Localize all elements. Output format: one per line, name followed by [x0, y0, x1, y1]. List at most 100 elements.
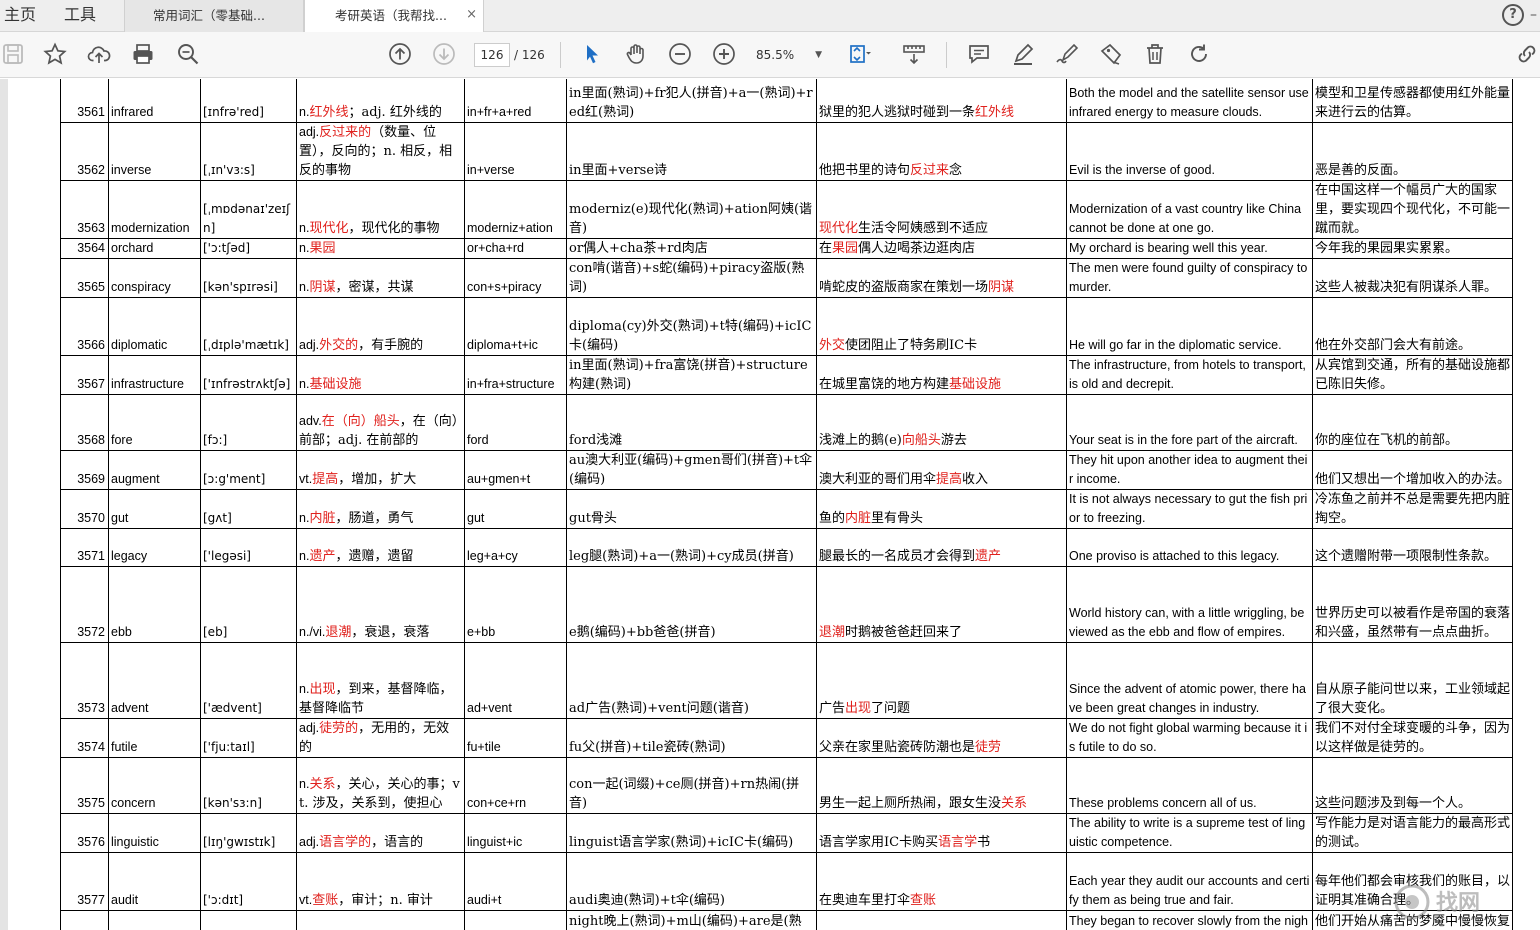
meaning-cell: adj.外交的，有手腕的 [296, 297, 465, 356]
help-icon[interactable]: ? [1502, 4, 1524, 26]
select-cursor-icon[interactable] [579, 41, 605, 67]
word: infrastructure [111, 377, 184, 391]
split-cell: gut [464, 489, 567, 529]
home-tab[interactable]: 主页 [4, 0, 36, 32]
window-control-icon[interactable]: – [1530, 0, 1540, 30]
word-number: 3567 [77, 377, 105, 391]
meaning-highlight: 提高 [312, 472, 339, 487]
example-en-cell: We do not fight global warming because i… [1066, 718, 1313, 758]
word-split: con+ce+rn [467, 796, 527, 810]
example-cn-cell: 他在外交部门会大有前途。 [1312, 297, 1513, 356]
phonetic-cell: ['ɔ:tʃəd] [200, 238, 297, 259]
example-sentence-cn: 在中国这样一个幅员广大的国家里，要实现四个现代化，不可能一蹴而就。 [1315, 183, 1511, 236]
measure-icon[interactable] [901, 41, 927, 67]
split-cell: leg+a+cy [464, 528, 567, 567]
sign-icon[interactable] [1054, 41, 1080, 67]
save-icon[interactable] [0, 41, 26, 67]
word-number-cell: 3561 [60, 79, 109, 123]
phonetic: ['ɪnfrəstrʌktʃə] [203, 377, 291, 391]
phonetic-cell: [kən'spɪrəsi] [200, 258, 297, 298]
hand-icon[interactable] [623, 41, 649, 67]
phonetic-cell: [eb] [200, 566, 297, 643]
zoom-in-icon[interactable] [711, 41, 737, 67]
print-icon[interactable] [130, 41, 156, 67]
word-number-cell: 3572 [60, 566, 109, 643]
tab-document-1[interactable]: 常用词汇（零基础... [124, 0, 304, 32]
example-sentence-en: The men were found guilty of conspiracy … [1069, 261, 1308, 294]
story-cell: 语言学家用IC卡购买语言学书 [816, 813, 1067, 853]
trash-icon[interactable] [1142, 41, 1168, 67]
mnemonic: leg腿(熟词)+a一(熟词)+cy成员(拼音) [569, 549, 794, 564]
story-cell: 外交使团阻止了特务刷IC卡 [816, 297, 1067, 356]
cloud-upload-icon[interactable] [86, 41, 112, 67]
example-en-cell: World history can, with a little wriggli… [1066, 566, 1313, 643]
meaning-rest: ，增加，扩大 [338, 472, 417, 487]
tab-close-icon[interactable]: × [466, 0, 477, 30]
phonetic: ['fju:taɪl] [203, 740, 255, 754]
word-number-cell: 3575 [60, 757, 109, 814]
example-cn-cell: 今年我的果园果实累累。 [1312, 238, 1513, 259]
word-split: linguist+ic [467, 835, 523, 849]
meaning-highlight: 反过来的 [319, 125, 372, 140]
word-number-cell: 3574 [60, 718, 109, 758]
example-sentence-cn: 从宾馆到交通，所有的基础设施都已陈旧失修。 [1315, 358, 1511, 392]
word-number-cell: 3577 [60, 852, 109, 911]
zoom-out-icon[interactable] [667, 41, 693, 67]
redo-icon[interactable] [1186, 41, 1212, 67]
mnemonic: diploma(cy)外交(熟词)+t特(编码)+icIC卡(编码) [569, 319, 812, 353]
page-number-input[interactable]: 126 [474, 43, 510, 67]
pen-icon[interactable] [1010, 41, 1036, 67]
meaning-rest: ，肠道，勇气 [335, 511, 414, 526]
meaning-prefix: vt. [299, 893, 313, 907]
tools-tab[interactable]: 工具 [64, 0, 96, 32]
example-sentence-cn: 冷冻鱼之前并不总是需要先把内脏掏空。 [1315, 492, 1511, 526]
vocabulary-table: 3561 infrared [ɪnfrə'red] n.红外线；adj. 红外线的 in… [60, 79, 1513, 930]
table-row: 3561 infrared [ɪnfrə'red] n.红外线；adj. 红外线的 in… [60, 79, 1513, 123]
word-cell: conspiracy [108, 258, 201, 298]
phonetic: [ɔ:g'ment] [203, 472, 266, 486]
word-cell: orchard [108, 238, 201, 259]
meaning-prefix: n. [299, 682, 310, 696]
word: linguistic [111, 835, 159, 849]
bookmark-star-icon[interactable] [42, 41, 68, 67]
zoom-level-select[interactable]: 85.5% ▼ [756, 43, 826, 67]
meaning-prefix: n. [299, 511, 310, 525]
example-sentence-cn: 这个遗赠附带一项限制性条款。 [1315, 549, 1498, 564]
phonetic: [ˌɪn'vɜ:s] [203, 163, 255, 177]
phonetic-cell: [ˌɪn'vɜ:s] [200, 122, 297, 181]
stamp-icon[interactable] [1098, 41, 1124, 67]
table-row: 3575 concern [kən'sɜ:n] n.关系，关心，关心的事；vt. 涉及… [60, 757, 1513, 814]
meaning-rest: ，语言的 [371, 835, 424, 850]
meaning-prefix: n. [299, 280, 310, 294]
watermark-text: 找网 [1436, 891, 1480, 916]
phonetic-cell: ['ædvent] [200, 642, 297, 719]
document-viewer[interactable]: 3561 infrared [ɪnfrə'red] n.红外线；adj. 红外线的 in… [0, 79, 1540, 930]
story-rest: 游去 [940, 433, 967, 448]
comment-icon[interactable] [966, 41, 992, 67]
meaning-cell: adj.徒劳的，无用的，无效的 [296, 718, 465, 758]
word-number: 3565 [77, 280, 105, 294]
example-en-cell: The ability to write is a supreme test o… [1066, 813, 1313, 853]
meaning-highlight: 内脏 [309, 511, 336, 526]
example-en-cell: Evil is the inverse of good. [1066, 122, 1313, 181]
link-icon[interactable] [1514, 41, 1540, 67]
story-cell: 浅滩上的鹅(e)向船头游去 [816, 394, 1067, 451]
tab-document-2[interactable]: 考研英语（我帮找... × [304, 0, 484, 33]
toolbar-divider [946, 42, 947, 68]
word-cell: linguistic [108, 813, 201, 853]
word-split: in+fra+structure [467, 377, 555, 391]
fit-page-icon[interactable] [846, 41, 872, 67]
meaning-cell: n.基础设施 [296, 355, 465, 395]
zoom-search-icon[interactable] [175, 41, 201, 67]
meaning-cell: adj.语言学的，语言的 [296, 813, 465, 853]
meaning-prefix: adv. [299, 414, 322, 428]
page-down-icon[interactable] [431, 41, 457, 67]
example-sentence-en: They hit upon another idea to augment th… [1069, 453, 1308, 486]
example-sentence-en: They began to recover slowly from the ni… [1069, 914, 1309, 928]
story-rest: 时鹅被爸爸赶回来了 [845, 625, 963, 640]
example-sentence-cn: 他们又想出一个增加收入的办法。 [1315, 472, 1511, 487]
meaning-prefix: adj. [299, 721, 320, 735]
example-en-cell: They began to recover slowly from the ni… [1066, 910, 1313, 930]
page-up-icon[interactable] [387, 41, 413, 67]
mnemonic: linguist语言学家(熟词)+icIC卡(编码) [569, 835, 794, 850]
